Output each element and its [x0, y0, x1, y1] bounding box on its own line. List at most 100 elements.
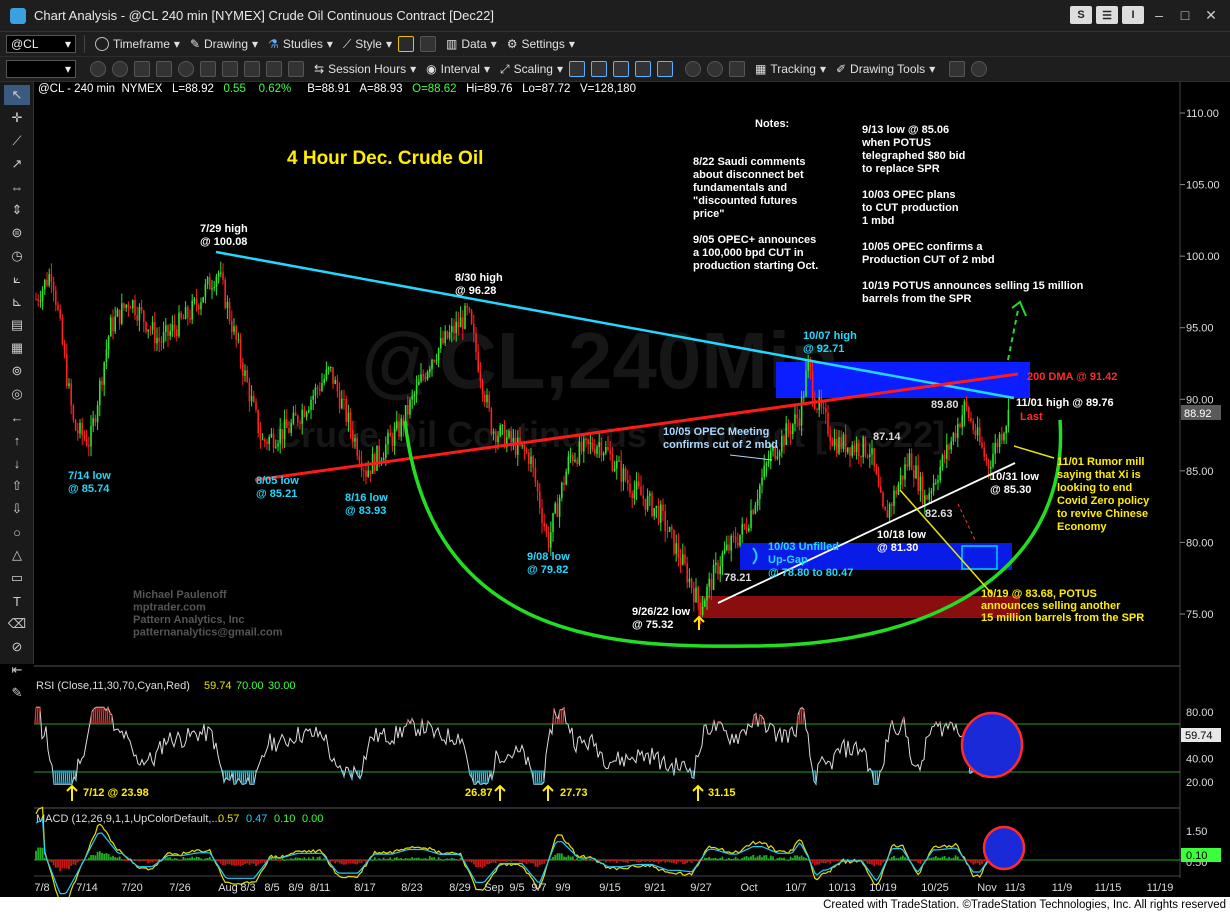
zoom-out-icon[interactable]: [707, 61, 724, 77]
ellipse-icon[interactable]: ○: [4, 522, 30, 542]
horizontal-line-icon[interactable]: ⇔: [4, 177, 30, 197]
candle-body: [255, 401, 257, 410]
arrow-left-icon[interactable]: ←: [4, 407, 30, 427]
data-menu[interactable]: ▥ Data ▾: [446, 37, 497, 51]
note-line: telegraphed $80 bid: [862, 150, 965, 162]
macd-bar: [945, 858, 948, 860]
candle-body: [574, 459, 576, 462]
arrow-down-icon[interactable]: ↓: [4, 453, 30, 473]
fib-icon[interactable]: ⊜: [4, 223, 30, 243]
maximize-icon[interactable]: □: [1174, 6, 1196, 24]
candle-body: [261, 439, 264, 441]
grid-icon[interactable]: [200, 61, 216, 77]
menu-button[interactable]: ☰: [1096, 6, 1118, 24]
volume-icon[interactable]: [657, 61, 674, 77]
refresh-icon[interactable]: [90, 61, 106, 77]
arrow-down-outline-icon[interactable]: ⇩: [4, 499, 30, 519]
timeframe-menu[interactable]: Timeframe ▾: [95, 37, 180, 51]
macd-bar: [901, 855, 904, 860]
candle-body: [781, 435, 783, 452]
fib-circle-icon[interactable]: ◎: [4, 384, 30, 404]
link-s-button[interactable]: S: [1070, 6, 1092, 24]
chat-icon[interactable]: [971, 61, 988, 77]
drawing-menu[interactable]: ✎ Drawing ▾: [190, 37, 258, 51]
trendline-icon[interactable]: ⟋: [4, 131, 30, 151]
zoom-in-icon[interactable]: [685, 61, 702, 77]
rectangle-icon[interactable]: ▭: [4, 568, 30, 588]
macd-bar: [686, 860, 689, 864]
export-icon[interactable]: [949, 61, 966, 77]
symbol-input[interactable]: @CL ▾: [6, 35, 76, 53]
time-cycle-icon[interactable]: ◷: [4, 246, 30, 266]
arrow-up-outline-icon[interactable]: ⇧: [4, 476, 30, 496]
credit-line: mptrader.com: [133, 602, 206, 614]
interval-input[interactable]: ▾: [6, 60, 76, 78]
note-line: 10/19 POTUS announces selling 15 million: [862, 280, 1084, 292]
style-menu[interactable]: ⟋ Style ▾: [343, 37, 392, 52]
tracking-menu[interactable]: ▦ Tracking ▾: [755, 62, 826, 76]
macd-bar: [336, 860, 339, 863]
minimize-icon[interactable]: –: [1148, 6, 1170, 24]
fit-icon[interactable]: [729, 61, 746, 77]
camera-icon[interactable]: [222, 61, 238, 77]
chart-area[interactable]: @CL,240Min Crude Oil Continuous Contract…: [0, 0, 1230, 897]
candle-body: [101, 380, 103, 385]
macd-bar: [624, 860, 627, 863]
channel-icon[interactable]: ▤: [4, 315, 30, 335]
draw-mode-icon[interactable]: ✎: [4, 683, 30, 703]
panel-icon[interactable]: [420, 36, 436, 52]
drawing-tools-menu[interactable]: ✐ Drawing Tools ▾: [836, 62, 935, 76]
candle-body: [921, 476, 924, 505]
macd-bar: [816, 860, 818, 865]
interval-menu[interactable]: ◉ Interval ▾: [426, 62, 490, 76]
candle-icon[interactable]: [591, 61, 608, 77]
session-hours-menu[interactable]: ⇆ Session Hours ▾: [314, 62, 416, 76]
candle-body: [932, 482, 935, 491]
remove-drawing-icon[interactable]: ⊘: [4, 637, 30, 657]
scaling-menu[interactable]: ⤢ Scaling ▾: [500, 62, 563, 77]
studies-menu[interactable]: ⚗ Studies ▾: [268, 37, 333, 51]
link-i-button[interactable]: I: [1122, 6, 1144, 24]
candle-body: [530, 456, 532, 464]
gann-fan-icon[interactable]: ⊾: [4, 292, 30, 312]
candle-body: [475, 333, 477, 353]
candle-body: [983, 447, 985, 457]
candle-body: [420, 374, 422, 382]
macd-bar: [450, 857, 453, 860]
line-style-icon[interactable]: [635, 61, 652, 77]
price-tick: 80.00: [1186, 537, 1214, 549]
chart-icon[interactable]: [156, 61, 172, 77]
text-icon[interactable]: T: [4, 591, 30, 611]
bracket-icon[interactable]: [398, 36, 414, 52]
vertical-line-icon[interactable]: ⇕: [4, 200, 30, 220]
bar-style-icon[interactable]: [569, 61, 586, 77]
regression-icon[interactable]: ▦: [4, 338, 30, 358]
macd-bar: [879, 860, 882, 866]
sliders-icon[interactable]: [288, 61, 304, 77]
pointer-icon[interactable]: ↖: [4, 85, 30, 105]
date-tick: 9/15: [599, 882, 620, 894]
eraser-icon[interactable]: ⌫: [4, 614, 30, 634]
macd-bar: [127, 860, 130, 861]
window-icon[interactable]: [134, 61, 150, 77]
ohlc-icon[interactable]: [613, 61, 630, 77]
quote-header: @CL - 240 min NYMEX L=88.92 0.55 0.62% B…: [38, 83, 636, 95]
dots-icon[interactable]: [266, 61, 282, 77]
close-icon[interactable]: ✕: [1200, 6, 1222, 24]
settings-menu[interactable]: ⚙ Settings ▾: [507, 37, 575, 51]
macd-bar: [642, 860, 645, 861]
ray-icon[interactable]: ↗: [4, 154, 30, 174]
candle-body: [464, 305, 466, 329]
lock-icon[interactable]: [244, 61, 260, 77]
arrow-up-icon[interactable]: ↑: [4, 430, 30, 450]
replay-icon[interactable]: [178, 61, 194, 77]
speed-lines-icon[interactable]: ⟀: [4, 269, 30, 289]
candle-body: [752, 510, 754, 514]
crosshair-icon[interactable]: ✛: [4, 108, 30, 128]
andrews-icon[interactable]: ⊚: [4, 361, 30, 381]
collapse-icon[interactable]: ⇤: [4, 660, 30, 680]
candle-body: [288, 427, 290, 433]
candle-body: [501, 424, 504, 426]
triangle-icon[interactable]: △: [4, 545, 30, 565]
link-icon[interactable]: [112, 61, 128, 77]
